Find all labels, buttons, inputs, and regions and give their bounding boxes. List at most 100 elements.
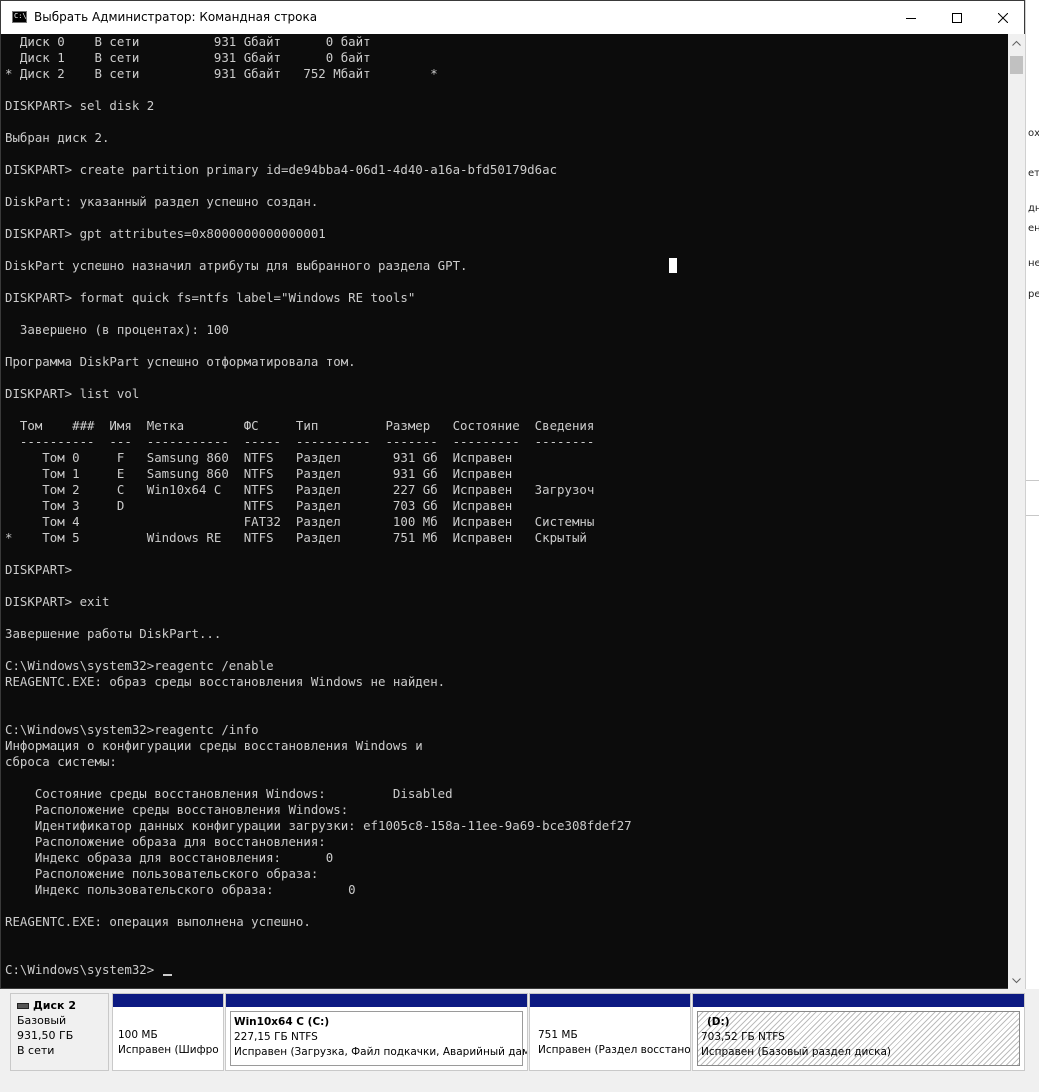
partition-name: (D:) (707, 1016, 730, 1028)
console-line: C:\Windows\system32>reagentc /enable (5, 658, 274, 673)
partition-bar (693, 994, 1024, 1007)
command-prompt-window[interactable]: C:\ Выбрать Администратор: Командная стр… (0, 0, 1025, 989)
disk-name: Диск 2 (33, 999, 76, 1012)
background-text-fragment: не (1028, 258, 1039, 269)
background-text-fragment: етс (1028, 168, 1039, 179)
partition-bar (113, 994, 223, 1007)
console-line: Завершено (в процентах): 100 (5, 322, 229, 337)
partition-block-d[interactable]: (D:) 703,52 ГБ NTFS Исправен (Базовый ра… (692, 993, 1025, 1071)
partition-size: 751 МБ (538, 1029, 578, 1041)
console-line: Том 1 E Samsung 860 NTFS Раздел 931 Gб И… (5, 466, 513, 481)
console-line: Расположение образа для восстановления: (5, 834, 326, 849)
background-divider (1026, 480, 1039, 481)
console-line: DISKPART> (5, 562, 73, 577)
partition-bar (226, 994, 527, 1007)
partition-size: 100 МБ (118, 1029, 158, 1041)
chevron-up-icon (1012, 40, 1021, 46)
console-line: Диск 1 В сети 931 Gбайт 0 байт (5, 50, 371, 65)
console-line: * Том 5 Windows RE NTFS Раздел 751 Мб Ис… (5, 530, 587, 545)
console-line: REAGENTC.EXE: операция выполнена успешно… (5, 914, 311, 929)
scrollbar-thumb[interactable] (1010, 56, 1023, 74)
disk-size: 931,50 ГБ (17, 1029, 74, 1042)
console-output[interactable]: Диск 0 В сети 931 Gбайт 0 байт Диск 1 В … (1, 34, 1008, 988)
vertical-scrollbar[interactable] (1008, 34, 1025, 989)
console-line: DiskPart: указанный раздел успешно созда… (5, 194, 319, 209)
console-line: DISKPART> sel disk 2 (5, 98, 155, 113)
partition-block-c[interactable]: Win10x64 C (C:) 227,15 ГБ NTFS Исправен … (225, 993, 528, 1071)
console-line: * Диск 2 В сети 931 Gбайт 752 Мбайт * (5, 66, 438, 81)
chevron-down-icon (1012, 977, 1021, 983)
partition-status: Исправен (Раздел восстано (538, 1044, 691, 1056)
maximize-icon (952, 12, 962, 23)
console-line: Расположение среды восстановления Window… (5, 802, 349, 817)
minimize-icon (906, 17, 916, 19)
disk-icon (17, 1002, 29, 1009)
console-line: Выбран диск 2. (5, 130, 110, 145)
scroll-down-button[interactable] (1008, 972, 1025, 989)
console-line: сброса системы: (5, 754, 117, 769)
console-line: REAGENTC.EXE: образ среды восстановления… (5, 674, 446, 689)
partition-size: 227,15 ГБ NTFS (234, 1031, 318, 1043)
background-window-right-strip: ох етс дн ен не ре (1025, 0, 1039, 990)
disk-status: В сети (17, 1044, 55, 1057)
console-line: DISKPART> create partition primary id=de… (5, 162, 558, 177)
console-line: Расположение пользовательского образа: (5, 866, 319, 881)
console-lines: Диск 0 В сети 931 Gбайт 0 байт Диск 1 В … (5, 34, 632, 978)
partition-size: 703,52 ГБ NTFS (701, 1031, 785, 1043)
cmd-icon: C:\ (12, 11, 27, 23)
text-cursor (163, 974, 172, 976)
console-line: Индекс образа для восстановления: 0 (5, 850, 334, 865)
disk-info[interactable]: Диск 2 Базовый 931,50 ГБ В сети (10, 993, 109, 1071)
maximize-button[interactable] (934, 1, 980, 34)
console-line: Диск 0 В сети 931 Gбайт 0 байт (5, 34, 371, 49)
partition-status: Исправен (Шифро (118, 1044, 219, 1056)
minimize-button[interactable] (888, 1, 934, 34)
title-bar[interactable]: C:\ Выбрать Администратор: Командная стр… (1, 1, 1024, 34)
partition-bar (530, 994, 690, 1007)
console-line: DiskPart успешно назначил атрибуты для в… (5, 258, 468, 273)
background-divider (1026, 515, 1039, 516)
console-line: ---------- --- ----------- ----- -------… (5, 434, 595, 449)
console-line: DISKPART> gpt attributes=0x8000000000000… (5, 226, 326, 241)
close-icon (998, 12, 1008, 23)
console-line: Том ### Имя Метка ФС Тип Размер Состояни… (5, 418, 595, 433)
console-line: Состояние среды восстановления Windows: … (5, 786, 453, 801)
background-text-fragment: дн (1028, 203, 1039, 214)
console-line: Идентификатор данных конфигурации загруз… (5, 818, 632, 833)
console-line: Том 4 FAT32 Раздел 100 Мб Исправен Систе… (5, 514, 595, 529)
partition-block[interactable]: 100 МБ Исправен (Шифро (112, 993, 224, 1071)
close-button[interactable] (980, 1, 1026, 34)
partition-name: Win10x64 C (C:) (234, 1016, 330, 1028)
console-line: Программа DiskPart успешно отформатирова… (5, 354, 356, 369)
console-line: Завершение работы DiskPart... (5, 626, 222, 641)
console-line: DISKPART> exit (5, 594, 110, 609)
console-line: Том 3 D NTFS Раздел 703 Gб Исправен (5, 498, 513, 513)
console-line: DISKPART> list vol (5, 386, 140, 401)
scroll-up-button[interactable] (1008, 34, 1025, 51)
partition-status: Исправен (Базовый раздел диска) (701, 1046, 892, 1058)
disk-panel-scroll-edge (1025, 993, 1039, 1071)
partition-block[interactable]: 751 МБ Исправен (Раздел восстано (529, 993, 691, 1071)
background-text-fragment: ох (1028, 128, 1039, 139)
selection-cursor (669, 258, 677, 273)
background-text-fragment: ре (1028, 289, 1039, 300)
